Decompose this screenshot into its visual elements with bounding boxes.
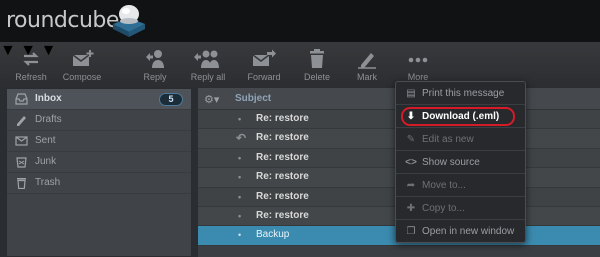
menu-item-label: Open in new window	[422, 226, 515, 237]
message-subject: Re: restore	[256, 190, 309, 202]
message-subject: Re: restore	[256, 132, 309, 144]
print-icon: ▤	[406, 88, 416, 99]
mark-icon	[358, 53, 376, 69]
folder-label: Inbox	[35, 93, 62, 104]
refresh-icon	[23, 52, 39, 66]
folder-junk[interactable]: Junk	[7, 152, 191, 173]
dot-icon: •	[238, 152, 242, 163]
reply-label: Reply	[143, 72, 167, 82]
dot-icon: •	[238, 172, 242, 183]
menu-item-label: Print this message	[422, 88, 505, 99]
app-header: roundcube	[0, 0, 600, 42]
menu-item-label: Edit as new	[422, 134, 474, 145]
message-subject: Re: restore	[256, 151, 309, 163]
reply-button[interactable]: Reply	[125, 48, 185, 82]
message-subject: Re: restore	[256, 171, 309, 183]
menu-item-move-to[interactable]: ➦ Move to...	[396, 174, 525, 197]
dot-icon: •	[238, 210, 242, 221]
dot-icon: •	[238, 230, 242, 241]
trash-icon	[310, 49, 324, 68]
menu-item-label: Show source	[422, 157, 480, 168]
menu-item-download[interactable]: ⬇ Download (.eml)	[396, 105, 525, 128]
folder-label: Sent	[35, 135, 56, 146]
inbox-icon	[15, 93, 28, 105]
reply-all-button[interactable]: Reply all	[178, 48, 238, 82]
highlight-ring	[401, 107, 515, 126]
new-window-icon: ❐	[406, 226, 416, 237]
folder-drafts[interactable]: Drafts	[7, 110, 191, 131]
unread-count-badge: 5	[159, 93, 183, 106]
folder-label: Junk	[35, 156, 57, 167]
menu-item-label: Move to...	[422, 180, 466, 191]
menu-item-label: Copy to...	[422, 203, 465, 214]
more-icon	[408, 57, 428, 63]
edit-icon: ✎	[406, 134, 416, 145]
reply-all-icon	[194, 50, 219, 68]
folder-label: Drafts	[35, 114, 62, 125]
menu-item-open-new-window[interactable]: ❐ Open in new window	[396, 220, 525, 243]
copy-icon: ✚	[406, 203, 416, 214]
dot-icon: •	[238, 191, 242, 202]
more-button[interactable]: More	[388, 48, 448, 82]
move-icon: ➦	[406, 180, 416, 191]
compose-button[interactable]: Compose	[52, 48, 112, 82]
forward-button[interactable]: Forward	[234, 48, 294, 82]
list-options-gear-icon[interactable]: ⚙▾	[204, 93, 219, 106]
folder-inbox[interactable]: Inbox 5	[7, 89, 191, 110]
logo-icon	[113, 5, 145, 37]
forward-label: Forward	[247, 72, 281, 82]
menu-item-copy-to[interactable]: ✚ Copy to...	[396, 197, 525, 220]
logo-text: roundcube	[6, 8, 119, 33]
folder-list: Inbox 5 Drafts Sent Junk Trash	[6, 88, 192, 257]
folder-trash[interactable]: Trash	[7, 173, 191, 194]
message-subject: Backup	[256, 229, 290, 241]
subject-column-header[interactable]: Subject	[235, 93, 271, 104]
replied-icon: ↶	[236, 131, 247, 146]
more-menu: ▤ Print this message ⬇ Download (.eml) ✎…	[395, 81, 526, 243]
reply-icon	[146, 50, 164, 68]
menu-item-edit-as-new[interactable]: ✎ Edit as new	[396, 128, 525, 151]
folder-label: Trash	[35, 177, 61, 188]
reply-all-label: Reply all	[190, 72, 226, 82]
folder-sent[interactable]: Sent	[7, 131, 191, 152]
download-icon: ⬇	[406, 111, 416, 122]
drafts-icon	[17, 116, 26, 126]
trash-icon	[17, 178, 26, 189]
forward-icon	[252, 49, 276, 66]
message-subject: Re: restore	[256, 209, 309, 221]
source-icon: <>	[405, 157, 417, 168]
dot-icon: •	[238, 114, 242, 124]
compose-icon	[72, 50, 94, 66]
message-subject: Re: restore	[256, 113, 309, 124]
sent-icon	[15, 136, 28, 146]
junk-icon	[16, 157, 27, 168]
compose-label: Compose	[62, 72, 102, 82]
menu-item-print[interactable]: ▤ Print this message	[396, 82, 525, 105]
menu-item-show-source[interactable]: <> Show source	[396, 151, 525, 174]
